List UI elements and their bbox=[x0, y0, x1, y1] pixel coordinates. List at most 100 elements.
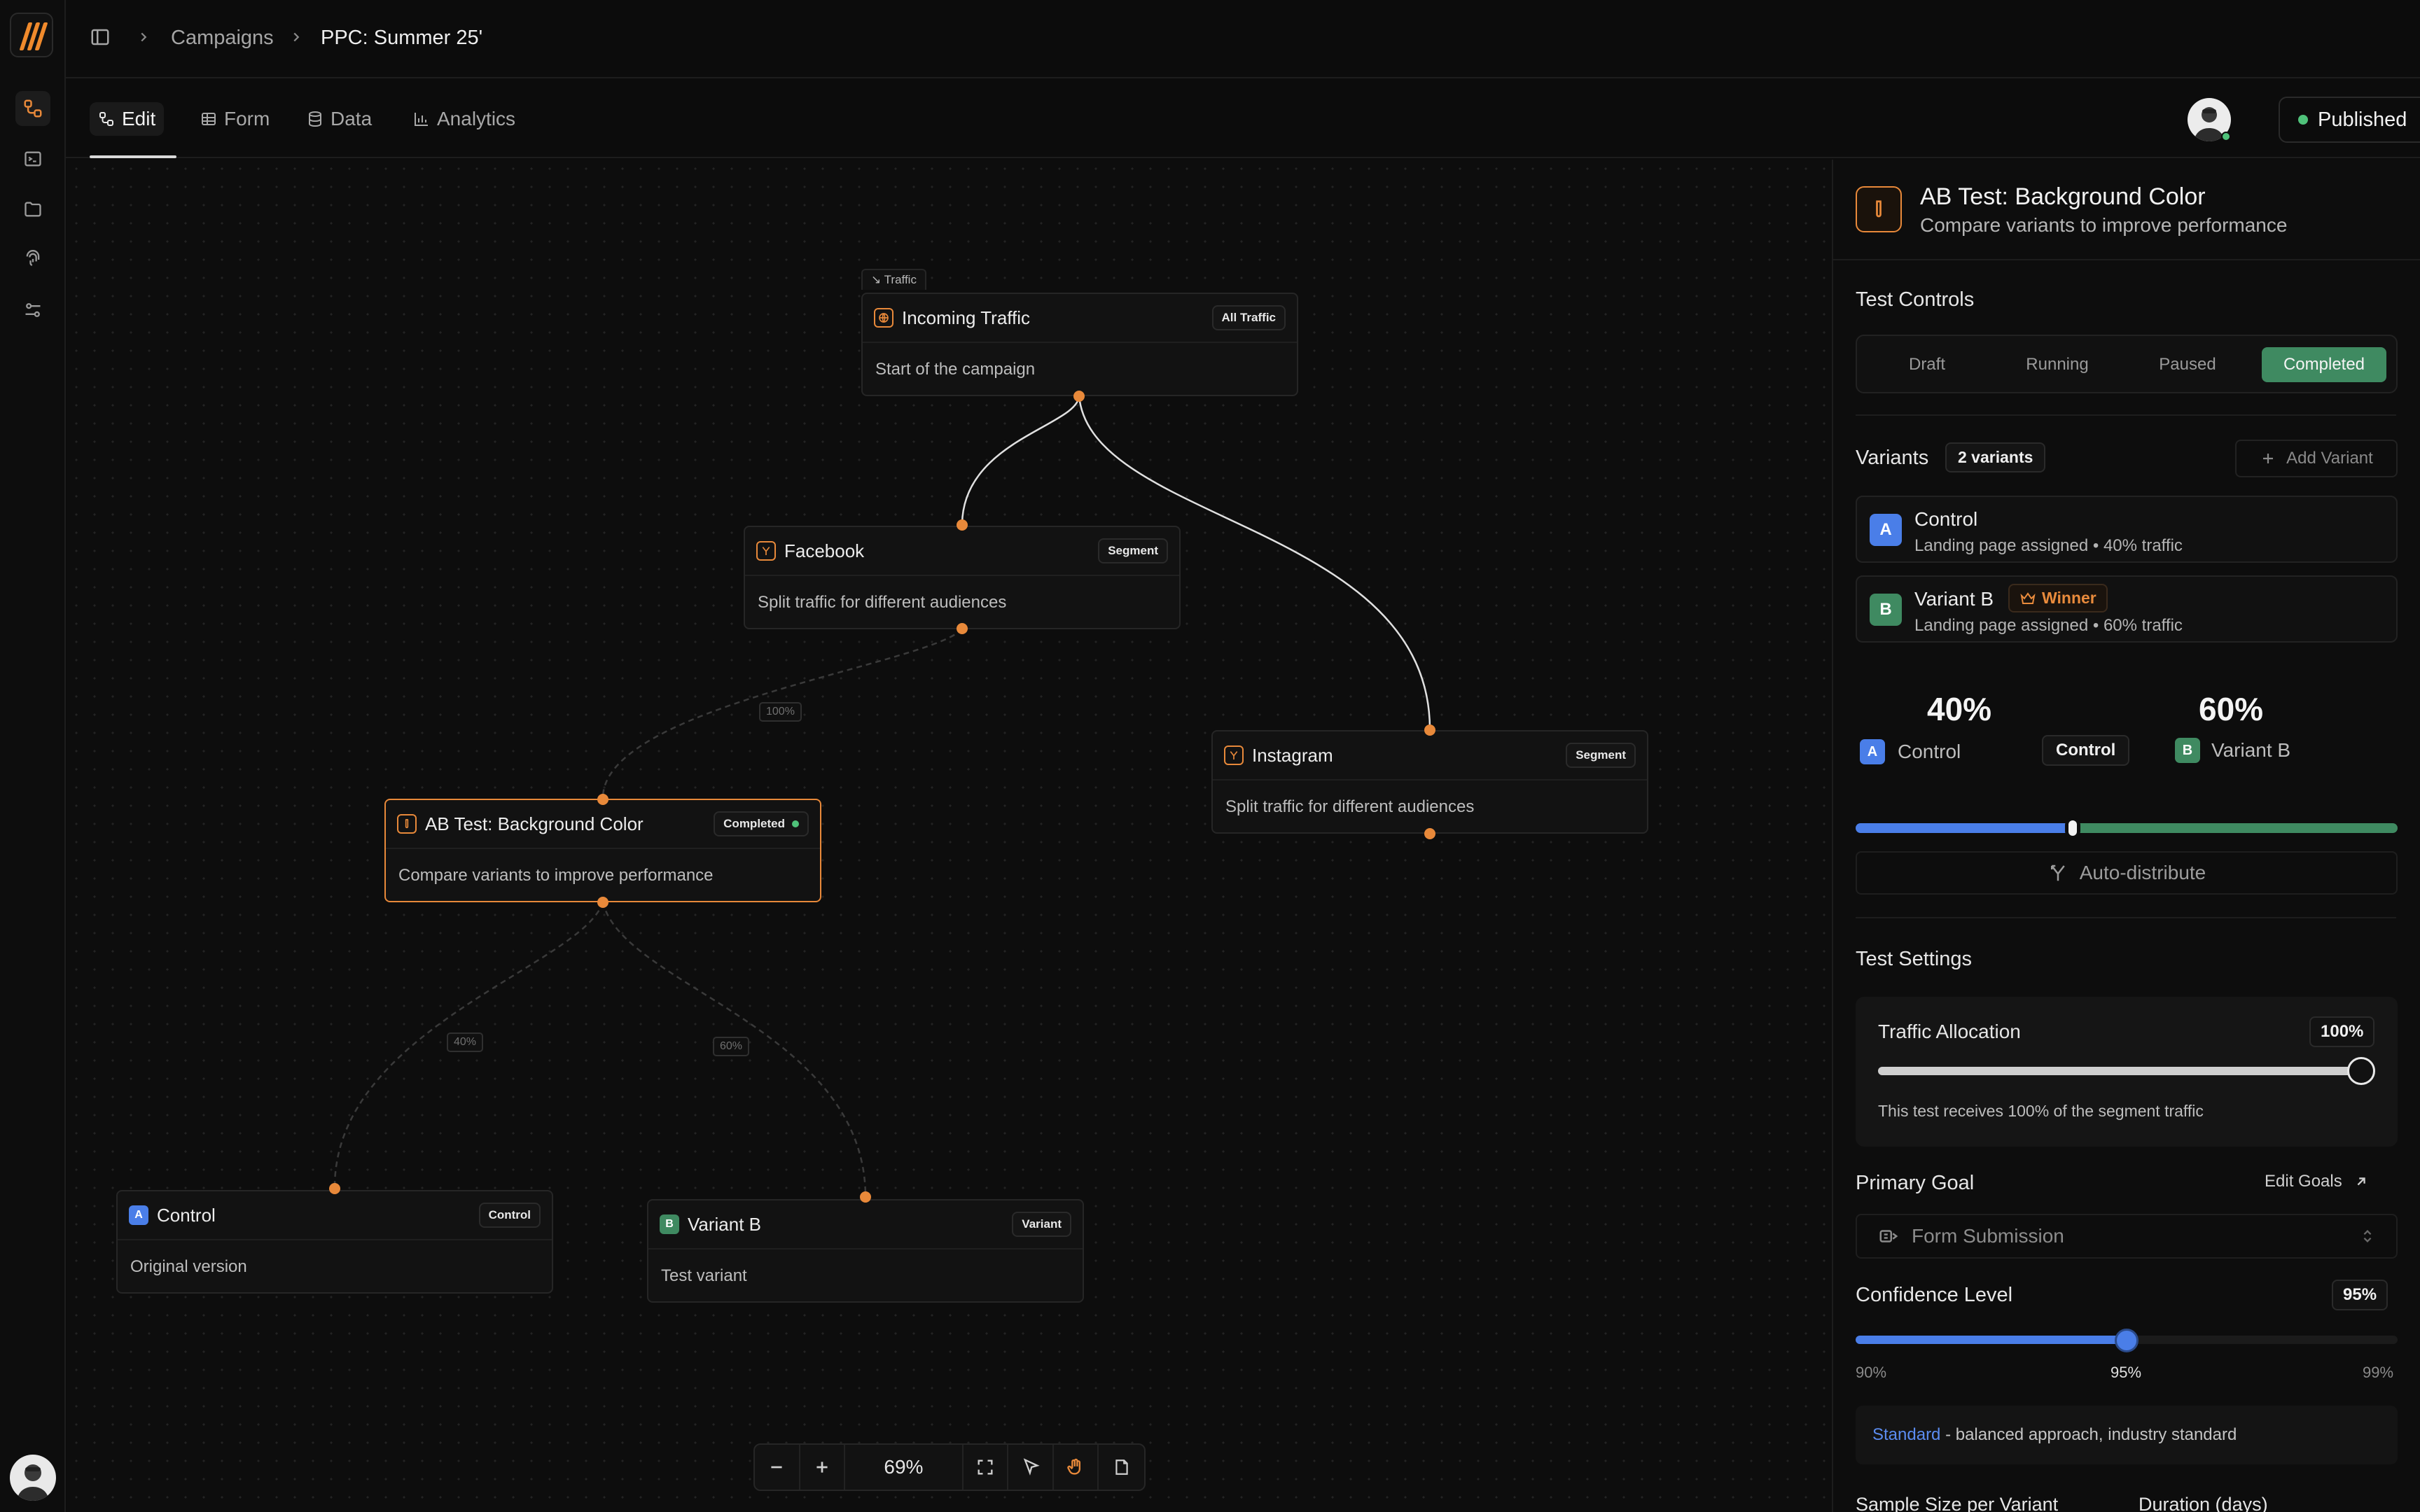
confidence-tick-min: 90% bbox=[1856, 1364, 1887, 1381]
variant-a-icon: A bbox=[1870, 514, 1902, 546]
edge-label-100: 100% bbox=[759, 702, 802, 722]
zoom-in-button[interactable] bbox=[800, 1445, 846, 1490]
traffic-split-slider[interactable] bbox=[1856, 823, 2398, 833]
tab-analytics[interactable]: Analytics bbox=[413, 102, 515, 136]
folder-icon[interactable] bbox=[15, 192, 50, 227]
traffic-allocation-knob[interactable] bbox=[2347, 1057, 2375, 1085]
zoom-out-button[interactable] bbox=[755, 1445, 800, 1490]
flow-canvas[interactable]: 100% 40% 60% ↘ Traffic Incoming Traffic … bbox=[67, 160, 1832, 1512]
variant-details: Landing page assigned • 60% traffic bbox=[1914, 616, 2183, 635]
terminal-icon[interactable] bbox=[15, 141, 50, 176]
sample-size-label: Sample Size per Variant bbox=[1856, 1494, 2059, 1512]
auto-distribute-button[interactable]: Auto-distribute bbox=[1856, 851, 2398, 895]
split-fill-a bbox=[1856, 823, 2073, 833]
status-completed[interactable]: Completed bbox=[2262, 347, 2386, 382]
publish-status[interactable]: Published bbox=[2280, 98, 2420, 141]
variant-card-b[interactable]: B Variant B Winner Landing page assigned… bbox=[1856, 575, 2398, 643]
tab-form-label: Form bbox=[224, 108, 270, 130]
split-percent-a: 40% bbox=[1927, 691, 1992, 727]
panel-title: AB Test: Background Color bbox=[1920, 183, 2206, 210]
zoom-toolbar: 69% bbox=[753, 1443, 1146, 1491]
user-avatar[interactable] bbox=[10, 1455, 56, 1501]
add-variant-label: Add Variant bbox=[2286, 449, 2373, 468]
node-title: Control bbox=[157, 1204, 216, 1226]
breadcrumb-campaigns[interactable]: Campaigns bbox=[171, 27, 274, 50]
node-badge: All Traffic bbox=[1211, 305, 1286, 330]
tab-edit[interactable]: Edit bbox=[90, 102, 165, 136]
variant-b-icon: B bbox=[660, 1214, 679, 1234]
traffic-allocation-track[interactable] bbox=[1878, 1067, 2361, 1075]
node-port[interactable] bbox=[597, 897, 609, 908]
flow-icon[interactable] bbox=[15, 91, 50, 126]
sidebar-toggle-icon[interactable] bbox=[90, 27, 111, 51]
arrow-up-right-icon bbox=[2357, 1177, 2365, 1186]
node-control[interactable]: A Control Control Original version bbox=[116, 1190, 553, 1294]
chevron-updown-icon bbox=[2363, 1230, 2372, 1242]
primary-goal-value: Form Submission bbox=[1912, 1225, 2064, 1247]
note-tool-button[interactable] bbox=[1099, 1445, 1144, 1490]
plus-icon bbox=[2263, 454, 2274, 463]
tab-active-indicator bbox=[90, 155, 176, 158]
node-instagram[interactable]: Instagram Segment Split traffic for diff… bbox=[1211, 730, 1648, 834]
tab-data-label: Data bbox=[331, 108, 373, 130]
node-ab-test[interactable]: AB Test: Background Color Completed Comp… bbox=[384, 799, 821, 902]
status-paused[interactable]: Paused bbox=[2129, 347, 2246, 382]
node-description: Compare variants to improve performance bbox=[398, 866, 714, 885]
test-tube-icon bbox=[1856, 186, 1902, 232]
settings-sliders-icon[interactable] bbox=[15, 293, 50, 328]
node-port[interactable] bbox=[957, 519, 968, 531]
tab-form[interactable]: Form bbox=[200, 102, 270, 136]
fit-view-button[interactable] bbox=[964, 1445, 1009, 1490]
primary-goal-title: Primary Goal bbox=[1856, 1172, 1975, 1194]
node-incoming-traffic[interactable]: Incoming Traffic All Traffic Start of th… bbox=[861, 293, 1298, 396]
divider bbox=[1856, 917, 2396, 918]
fingerprint-icon[interactable] bbox=[15, 242, 50, 277]
app-logo[interactable] bbox=[10, 13, 53, 57]
winner-badge: Winner bbox=[2008, 584, 2108, 612]
select-tool-button[interactable] bbox=[1008, 1445, 1054, 1490]
node-port[interactable] bbox=[1424, 828, 1435, 839]
primary-goal-select[interactable]: Form Submission bbox=[1856, 1214, 2398, 1259]
node-description: Start of the campaign bbox=[875, 360, 1036, 379]
panel-subtitle: Compare variants to improve performance bbox=[1920, 214, 2288, 236]
status-draft[interactable]: Draft bbox=[1868, 347, 1986, 382]
flow-icon bbox=[99, 112, 113, 126]
traffic-allocation-fill bbox=[1878, 1067, 2361, 1075]
tab-analytics-label: Analytics bbox=[437, 108, 516, 130]
confidence-standard-text: - balanced approach, industry standard bbox=[1940, 1425, 2237, 1444]
split-percent-b: 60% bbox=[2199, 691, 2264, 727]
node-port[interactable] bbox=[860, 1191, 871, 1203]
node-port[interactable] bbox=[1424, 724, 1435, 736]
hand-tool-button[interactable] bbox=[1054, 1445, 1099, 1490]
confidence-level-value: 95% bbox=[2332, 1280, 2388, 1310]
sticky-note-icon bbox=[1115, 1460, 1128, 1475]
node-port[interactable] bbox=[1073, 391, 1085, 402]
tab-data[interactable]: Data bbox=[307, 102, 372, 136]
variant-a-icon: A bbox=[1860, 739, 1885, 764]
node-port[interactable] bbox=[329, 1183, 340, 1194]
variant-b-icon: B bbox=[2175, 738, 2200, 763]
node-port[interactable] bbox=[957, 623, 968, 634]
node-port[interactable] bbox=[597, 794, 609, 805]
test-status-segmented: Draft Running Paused Completed bbox=[1856, 335, 2398, 393]
traffic-allocation-label: Traffic Allocation bbox=[1878, 1021, 2021, 1042]
confidence-description: Standard - balanced approach, industry s… bbox=[1856, 1406, 2398, 1464]
node-variant-b[interactable]: B Variant B Variant Test variant bbox=[647, 1199, 1084, 1303]
split-icon bbox=[2050, 864, 2065, 881]
confidence-level-title: Confidence Level bbox=[1856, 1284, 2013, 1306]
database-icon bbox=[309, 111, 321, 127]
status-running[interactable]: Running bbox=[1998, 347, 2116, 382]
add-variant-button[interactable]: Add Variant bbox=[2235, 440, 2398, 477]
chevron-right-icon bbox=[136, 29, 151, 48]
edit-goals-link[interactable]: Edit Goals bbox=[2265, 1172, 2369, 1191]
left-rail bbox=[0, 0, 66, 1512]
split-handle[interactable] bbox=[2061, 816, 2085, 840]
node-facebook[interactable]: Facebook Segment Split traffic for diffe… bbox=[744, 526, 1181, 629]
variant-a-icon: A bbox=[129, 1205, 148, 1225]
variant-card-a[interactable]: A Control Landing page assigned • 40% tr… bbox=[1856, 496, 2398, 563]
split-icon bbox=[1224, 746, 1244, 765]
split-fill-b bbox=[2072, 823, 2398, 833]
zoom-level[interactable]: 69% bbox=[845, 1445, 964, 1490]
publish-status-button[interactable]: Published bbox=[2279, 97, 2420, 143]
confidence-level-knob[interactable] bbox=[2115, 1329, 2139, 1352]
